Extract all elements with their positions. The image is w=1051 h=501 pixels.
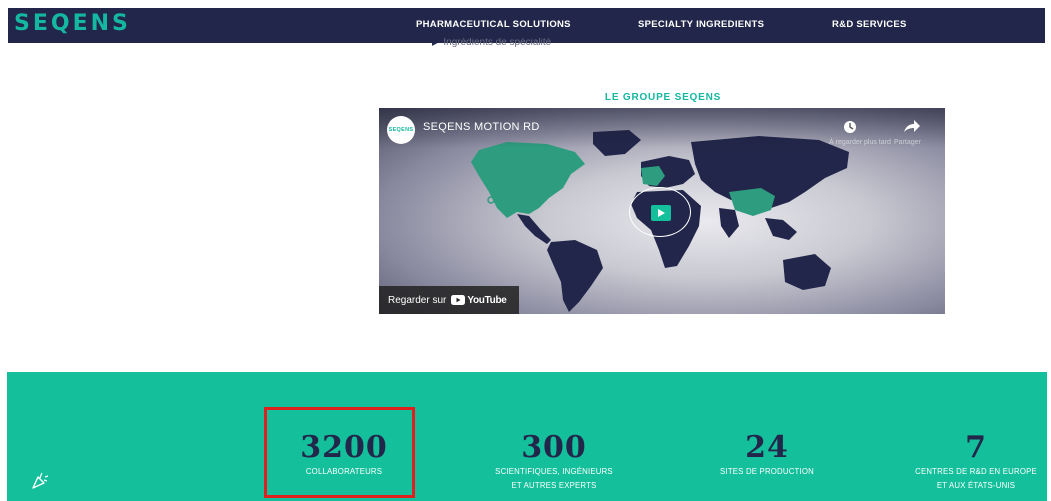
video-title[interactable]: SEQENS MOTION RD (423, 121, 540, 133)
stat-number: 24 (745, 430, 789, 465)
stats-band: 3200 COLLABORATEURS 300 SCIENTIFIQUES, I… (7, 372, 1047, 501)
youtube-label: YouTube (467, 294, 507, 306)
video-player[interactable]: SEQENS SEQENS MOTION RD À regarder plus … (379, 108, 945, 314)
map-central-america (517, 214, 551, 244)
stat-scientists: 300 SCIENTIFIQUES, INGÉNIEURS ET AUTRES … (469, 432, 639, 492)
share-label: Partager (894, 139, 921, 146)
nav-pharmaceutical-solutions[interactable]: PHARMACEUTICAL SOLUTIONS (416, 19, 571, 30)
stat-rd-centers: 7 CENTRES DE R&D EN EUROPE ET AUX ÉTATS-… (903, 432, 1049, 492)
clock-label: À regarder plus tard (829, 139, 891, 146)
nav-specialty-ingredients[interactable]: SPECIALTY INGREDIENTS (638, 19, 764, 30)
highlight-box (264, 407, 415, 498)
stat-label-line2: ET AUTRES EXPERTS (511, 481, 597, 490)
cutoff-list-item: ▶ Ingrédients de spécialité (432, 38, 551, 47)
play-icon (651, 205, 671, 221)
map-southeast-asia (765, 218, 797, 240)
stat-label: CENTRES DE R&D EN EUROPE (915, 467, 1037, 476)
stat-production-sites: 24 SITES DE PRODUCTION (697, 432, 837, 478)
youtube-icon (451, 295, 466, 305)
map-south-america (547, 240, 603, 312)
stat-label: SCIENTIFIQUES, INGÉNIEURS (495, 467, 613, 476)
channel-avatar[interactable]: SEQENS (387, 116, 415, 144)
nav-rd-services[interactable]: R&D SERVICES (832, 19, 907, 30)
map-north-america (471, 142, 585, 218)
clock-icon[interactable] (839, 116, 861, 138)
watch-on-label: Regarder sur (388, 294, 447, 306)
play-button[interactable] (629, 187, 691, 237)
bullet-icon: ▶ (432, 40, 438, 47)
cutoff-list-text: Ingrédients de spécialité (443, 38, 552, 47)
map-china-highlight (729, 188, 775, 216)
share-icon[interactable] (900, 116, 922, 138)
stat-label: SITES DE PRODUCTION (720, 467, 814, 476)
stat-label-line2: ET AUX ÉTATS-UNIS (936, 481, 1016, 490)
seqens-logo[interactable]: SEQENS (14, 11, 131, 36)
section-title: LE GROUPE SEQENS (604, 92, 722, 103)
stat-number: 7 (965, 430, 987, 465)
map-australia (783, 254, 831, 290)
map-india (719, 208, 739, 238)
stat-number: 300 (521, 430, 587, 465)
watch-on-youtube-button[interactable]: Regarder sur YouTube (379, 286, 519, 314)
youtube-logo: YouTube (451, 294, 507, 306)
confetti-icon[interactable] (30, 471, 50, 491)
